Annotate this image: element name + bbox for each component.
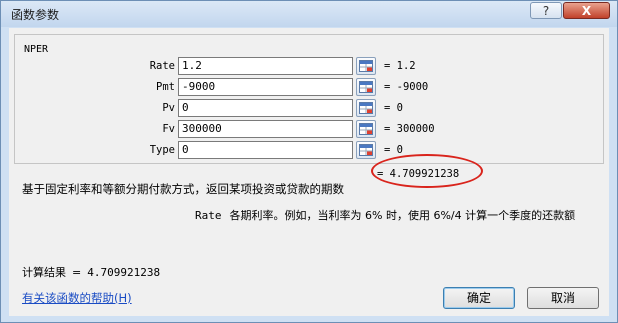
cancel-button[interactable]: 取消	[527, 287, 599, 309]
pv-input[interactable]: 0	[178, 99, 353, 117]
function-description: 基于固定利率和等额分期付款方式，返回某项投资或贷款的期数	[22, 182, 344, 196]
param-result: = 0	[384, 102, 403, 114]
param-result: = 0	[384, 144, 403, 156]
collapse-dialog-icon[interactable]	[356, 99, 376, 117]
calc-result-value: 4.709921238	[87, 266, 161, 279]
close-button[interactable]: X	[563, 2, 610, 19]
param-label: Type	[149, 144, 175, 156]
param-label: Fv	[162, 123, 175, 135]
arguments-group: NPER Rate 1.2 = 1.2 Pmt -9000 = -9000 Pv	[14, 34, 604, 164]
dialog-body: NPER Rate 1.2 = 1.2 Pmt -9000 = -9000 Pv	[9, 28, 609, 316]
argument-name: Rate	[195, 209, 222, 222]
function-help-link[interactable]: 有关该函数的帮助(H)	[22, 290, 132, 306]
param-row-fv: Fv 300000 = 300000	[15, 120, 605, 140]
calc-result-equals: =	[72, 266, 82, 279]
argument-description: Rate 各期利率。例如，当利率为 6% 时，使用 6%/4 计算一个季度的还款额	[195, 207, 575, 223]
param-label: Rate	[149, 60, 175, 72]
function-arguments-dialog: 函数参数 ? X NPER Rate 1.2 = 1.2 Pmt -9000 =…	[0, 0, 618, 323]
calc-result-label: 计算结果	[22, 266, 66, 279]
argument-text: 各期利率。例如，当利率为 6% 时，使用 6%/4 计算一个季度的还款额	[229, 209, 576, 222]
title-bar[interactable]: 函数参数 ? X	[1, 1, 617, 27]
calculation-result: 计算结果 = 4.709921238	[22, 264, 160, 280]
dialog-title: 函数参数	[11, 8, 60, 22]
collapse-dialog-icon[interactable]	[356, 78, 376, 96]
param-row-rate: Rate 1.2 = 1.2	[15, 57, 605, 77]
param-row-pv: Pv 0 = 0	[15, 99, 605, 119]
help-button[interactable]: ?	[530, 2, 562, 19]
collapse-dialog-icon[interactable]	[356, 57, 376, 75]
fv-input[interactable]: 300000	[178, 120, 353, 138]
param-result: = -9000	[384, 81, 429, 93]
collapse-dialog-icon[interactable]	[356, 120, 376, 138]
rate-input[interactable]: 1.2	[178, 57, 353, 75]
param-row-type: Type 0 = 0	[15, 141, 605, 161]
param-label: Pmt	[156, 81, 175, 93]
type-input[interactable]: 0	[178, 141, 353, 159]
ok-button[interactable]: 确定	[443, 287, 515, 309]
param-label: Pv	[162, 102, 175, 114]
highlight-oval	[371, 154, 483, 188]
collapse-dialog-icon[interactable]	[356, 141, 376, 159]
param-result: = 300000	[384, 123, 435, 135]
param-result: = 1.2	[384, 60, 416, 72]
param-row-pmt: Pmt -9000 = -9000	[15, 78, 605, 98]
pmt-input[interactable]: -9000	[178, 78, 353, 96]
function-name: NPER	[24, 44, 49, 55]
